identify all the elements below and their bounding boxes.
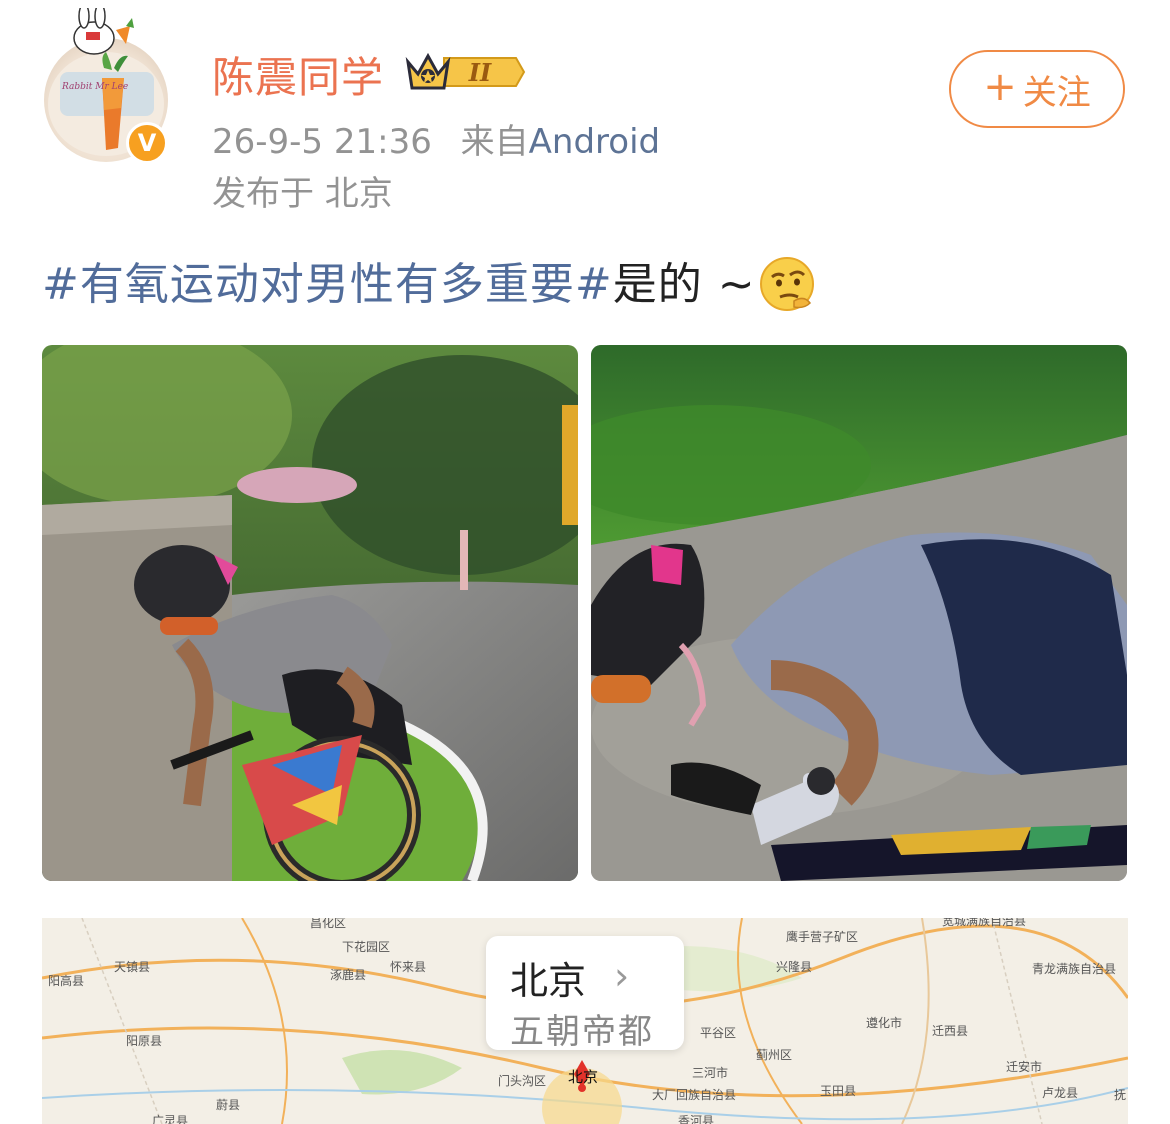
cyclist-photo-2[interactable] [591, 345, 1127, 881]
post-meta: 26-9-5 21:36 来自Android [212, 114, 660, 163]
avatar-text: Rabbit Mr Lee [62, 82, 129, 92]
map-place: 玉田县 [820, 1084, 857, 1098]
map-place: 下花园区 [342, 940, 391, 954]
map-place: 涿鹿县 [330, 968, 367, 982]
map-place: 鹰手营子矿区 [786, 930, 859, 944]
map-place: 阳原县 [126, 1034, 163, 1048]
post-body: 是的 ~ [612, 259, 756, 310]
post-time: 26-9-5 21:36 [212, 122, 432, 162]
map-place: 抚 [1114, 1088, 1127, 1102]
map-place-beijing: 北京 [568, 1068, 599, 1086]
map-place: 门头沟区 [498, 1074, 547, 1088]
location-card-subtitle: 五朝帝都 [510, 1012, 654, 1052]
location-card-title: 北京 [510, 959, 587, 1003]
map-place: 遵化市 [866, 1016, 903, 1030]
chevron-right-icon: › [614, 954, 630, 998]
map-place: 大厂回族自治县 [652, 1088, 737, 1102]
map-place: 蔚县 [216, 1098, 241, 1112]
follow-button[interactable]: + 关注 [949, 50, 1125, 128]
map-place: 香河县 [678, 1114, 715, 1124]
post-location: 发布于 北京 [212, 174, 393, 214]
post-text: #有氧运动对男性有多重要#是的 ~ [42, 248, 816, 313]
location-card[interactable]: 北京 › 五朝帝都 [486, 936, 684, 1052]
map-place: 迁西县 [932, 1024, 969, 1038]
verified-badge: V [126, 122, 168, 164]
source-link[interactable]: Android [529, 122, 660, 162]
topic-link[interactable]: #有氧运动对男性有多重要# [42, 259, 613, 310]
map-place: 宽城满族自治县 [942, 918, 1027, 928]
cyclist-photo-1[interactable] [42, 345, 578, 881]
location-map[interactable]: 昌化区 下花园区 鹰手营子矿区 宽城满族自治县 阳高县 天镇县 涿鹿县 怀来县 … [42, 918, 1128, 1124]
thinking-face-emoji [759, 257, 814, 311]
vip-level: II [468, 58, 492, 87]
map-place: 迁安市 [1006, 1060, 1043, 1074]
bunny-icon [73, 8, 134, 55]
map-place: 三河市 [692, 1066, 729, 1080]
follow-label: 关注 [1022, 72, 1091, 113]
map-place: 天镇县 [114, 960, 151, 974]
map-place: 阳高县 [48, 974, 85, 988]
map-place: 昌化区 [310, 918, 347, 930]
map-place: 兴隆县 [776, 960, 813, 974]
from-prefix: 来自 [460, 122, 529, 162]
username[interactable]: 陈震同学 [212, 44, 384, 105]
map-place: 平谷区 [700, 1026, 737, 1040]
map-place: 广灵县 [152, 1114, 189, 1124]
map-place: 怀来县 [390, 960, 427, 974]
vip-crown-badge: II [405, 52, 526, 90]
map-place: 蓟州区 [756, 1048, 793, 1062]
map-place: 青龙满族自治县 [1032, 962, 1117, 976]
map-place: 卢龙县 [1042, 1086, 1079, 1100]
plus-icon: + [983, 64, 1017, 110]
